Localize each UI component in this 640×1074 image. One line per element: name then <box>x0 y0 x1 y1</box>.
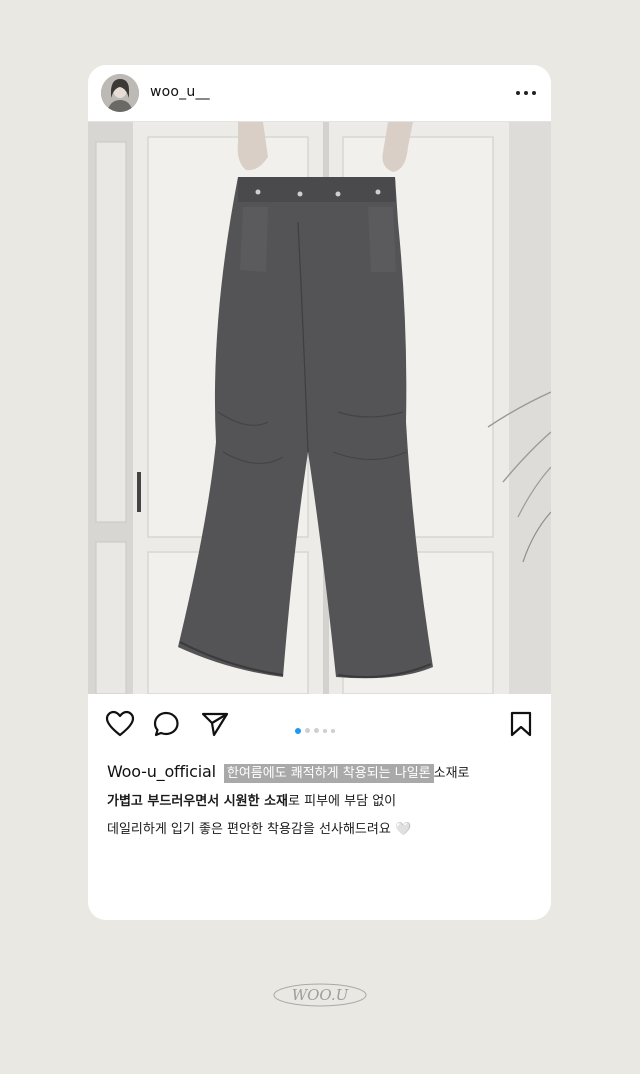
action-bar <box>88 694 551 754</box>
caption-text: 소재로 <box>433 766 470 781</box>
avatar-portrait <box>101 74 139 112</box>
carousel-dot[interactable] <box>295 727 301 734</box>
heart-icon[interactable] <box>105 710 135 738</box>
send-icon[interactable] <box>200 710 230 738</box>
caption-highlight: 한여름에도 쾌적하게 착용되는 나일론 <box>223 764 434 783</box>
post-header: woo_u__ <box>88 65 551 122</box>
post-caption: Woo-u_official 한여름에도 쾌적하게 착용되는 나일론 소재로 가볍고… <box>107 758 537 844</box>
avatar[interactable] <box>101 74 139 112</box>
white-heart-icon: 🤍 <box>394 822 412 837</box>
caption-bold-text: 가볍고 부드러우면서 시원한 소재 <box>107 794 289 809</box>
brand-logo: WOO.U <box>270 980 370 1010</box>
caption-line-2: 가볍고 부드러우면서 시원한 소재로 피부에 부담 없이 <box>107 788 537 816</box>
username[interactable]: woo_u__ <box>150 84 210 100</box>
carousel-dot[interactable] <box>305 728 310 733</box>
post-card: woo_u__ Woo-u_official 한여름에도 쾌적하게 착용되는 나… <box>88 65 551 920</box>
carousel-dot[interactable] <box>323 728 327 733</box>
caption-brand[interactable]: Woo-u_official <box>107 762 216 781</box>
logo-text: WOO.U <box>292 986 350 1004</box>
post-photo[interactable] <box>88 122 551 694</box>
caption-line-3: 데일리하게 입기 좋은 편안한 착용감을 선사해드려요 🤍 <box>107 816 537 844</box>
bookmark-icon[interactable] <box>506 710 536 738</box>
more-options-icon[interactable] <box>515 83 537 103</box>
carousel-dot[interactable] <box>314 728 319 733</box>
comment-icon[interactable] <box>152 710 182 738</box>
carousel-indicator <box>295 720 339 734</box>
caption-text: 데일리하게 입기 좋은 편안한 착용감을 선사해드려요 <box>107 822 391 837</box>
caption-line-1: Woo-u_official 한여름에도 쾌적하게 착용되는 나일론 소재로 <box>107 758 537 788</box>
caption-text: 로 피부에 부담 없이 <box>288 794 397 809</box>
carousel-dot[interactable] <box>331 728 335 733</box>
